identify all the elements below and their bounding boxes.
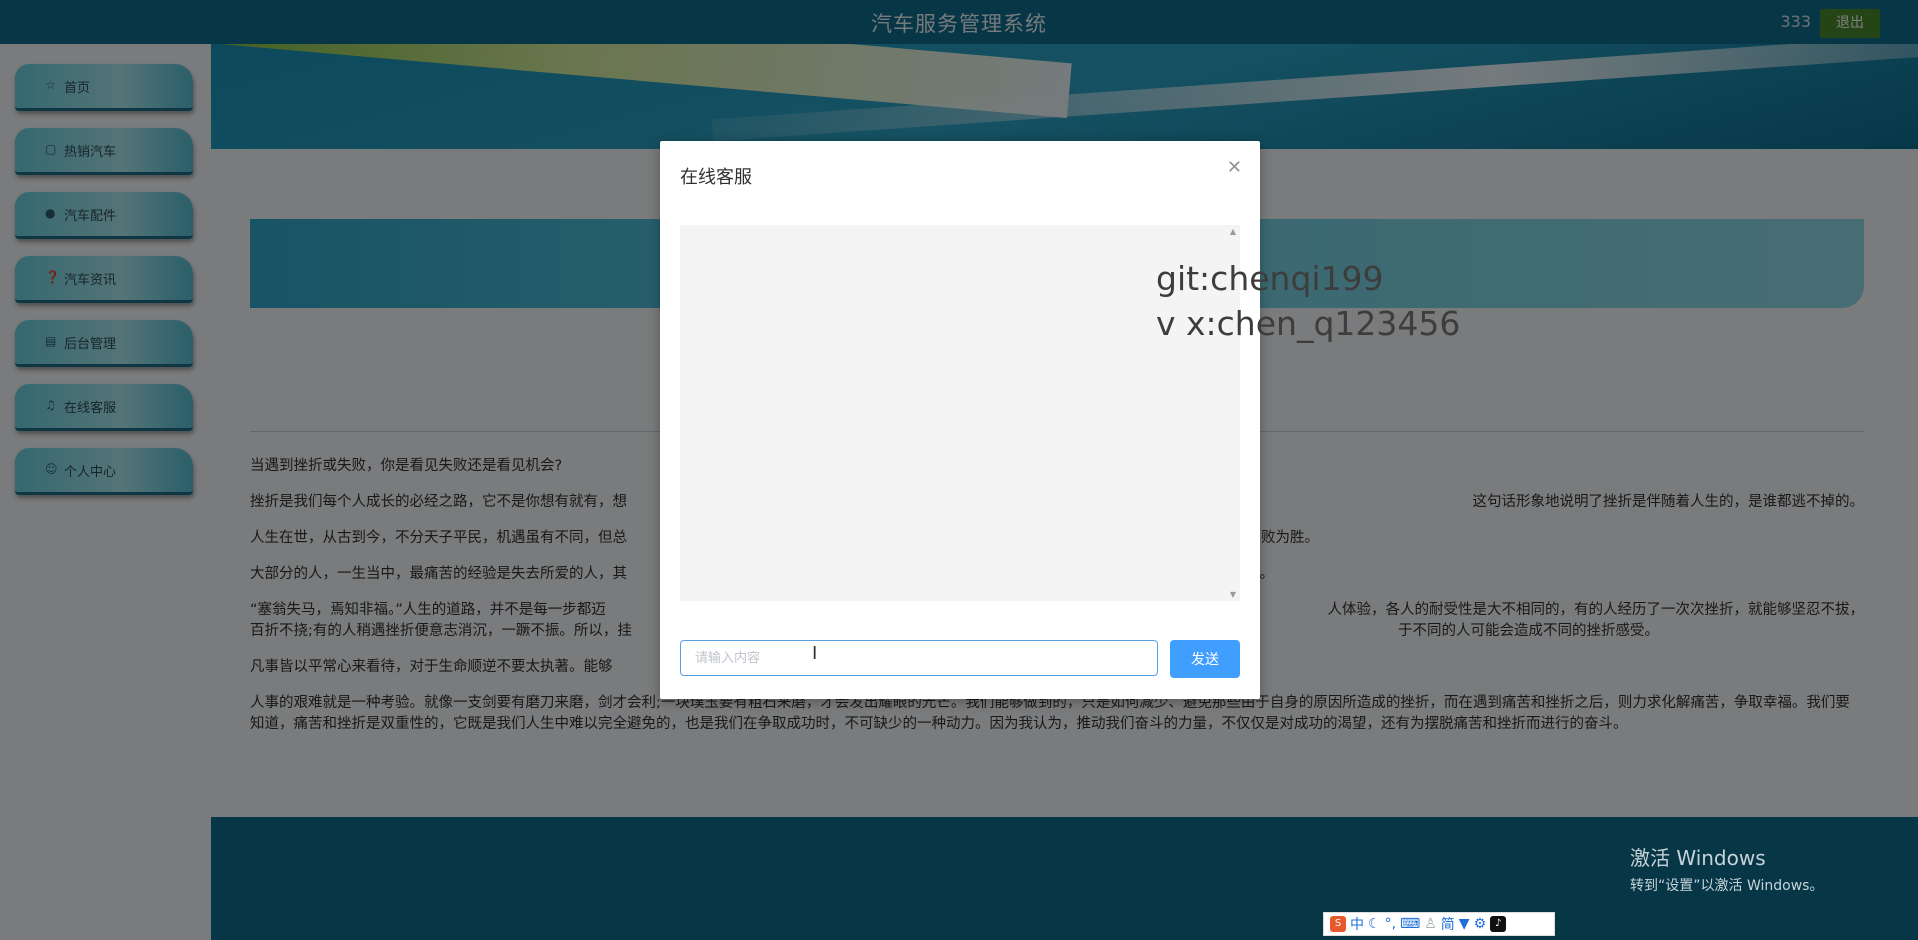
ime-mode-toggle[interactable]: 简 <box>1441 914 1455 934</box>
ime-logo-icon[interactable]: S <box>1330 916 1346 932</box>
tiktok-icon[interactable]: ♪ <box>1490 916 1507 932</box>
text-cursor-icon: I <box>812 643 818 664</box>
watermark-line: v x:chen_q123456 <box>1156 304 1461 343</box>
shirt-icon[interactable]: ▼ <box>1459 916 1470 932</box>
ime-lang-toggle[interactable]: 中 <box>1350 914 1364 934</box>
keyboard-icon[interactable]: ⌨ <box>1400 916 1420 932</box>
moon-icon[interactable]: ☾ <box>1368 916 1381 932</box>
dialog-title: 在线客服 <box>680 167 752 188</box>
scroll-up-icon[interactable]: ▲ <box>1230 227 1236 236</box>
punctuation-icon[interactable]: °, <box>1385 916 1396 932</box>
message-input[interactable] <box>680 640 1158 676</box>
windows-activation-notice: 激活 Windows 转到“设置”以激活 Windows。 <box>1630 842 1823 895</box>
ime-toolbar: S 中 ☾ °, ⌨ ♙ 简 ▼ ⚙ ♪ <box>1323 912 1555 936</box>
activation-subtitle: 转到“设置”以激活 Windows。 <box>1630 878 1824 894</box>
support-dialog: 在线客服 ✕ ▲ ▼ 发送 <box>660 141 1260 699</box>
watermark-line: git:chenqi199 <box>1156 259 1384 298</box>
person-icon[interactable]: ♙ <box>1424 916 1437 932</box>
gear-icon[interactable]: ⚙ <box>1474 916 1487 932</box>
send-button[interactable]: 发送 <box>1170 640 1240 678</box>
watermark: git:chenqi199 v x:chen_q123456 <box>1156 256 1460 346</box>
scroll-down-icon[interactable]: ▼ <box>1230 590 1236 599</box>
close-icon[interactable]: ✕ <box>1227 157 1242 178</box>
activation-title: 激活 Windows <box>1630 846 1766 870</box>
